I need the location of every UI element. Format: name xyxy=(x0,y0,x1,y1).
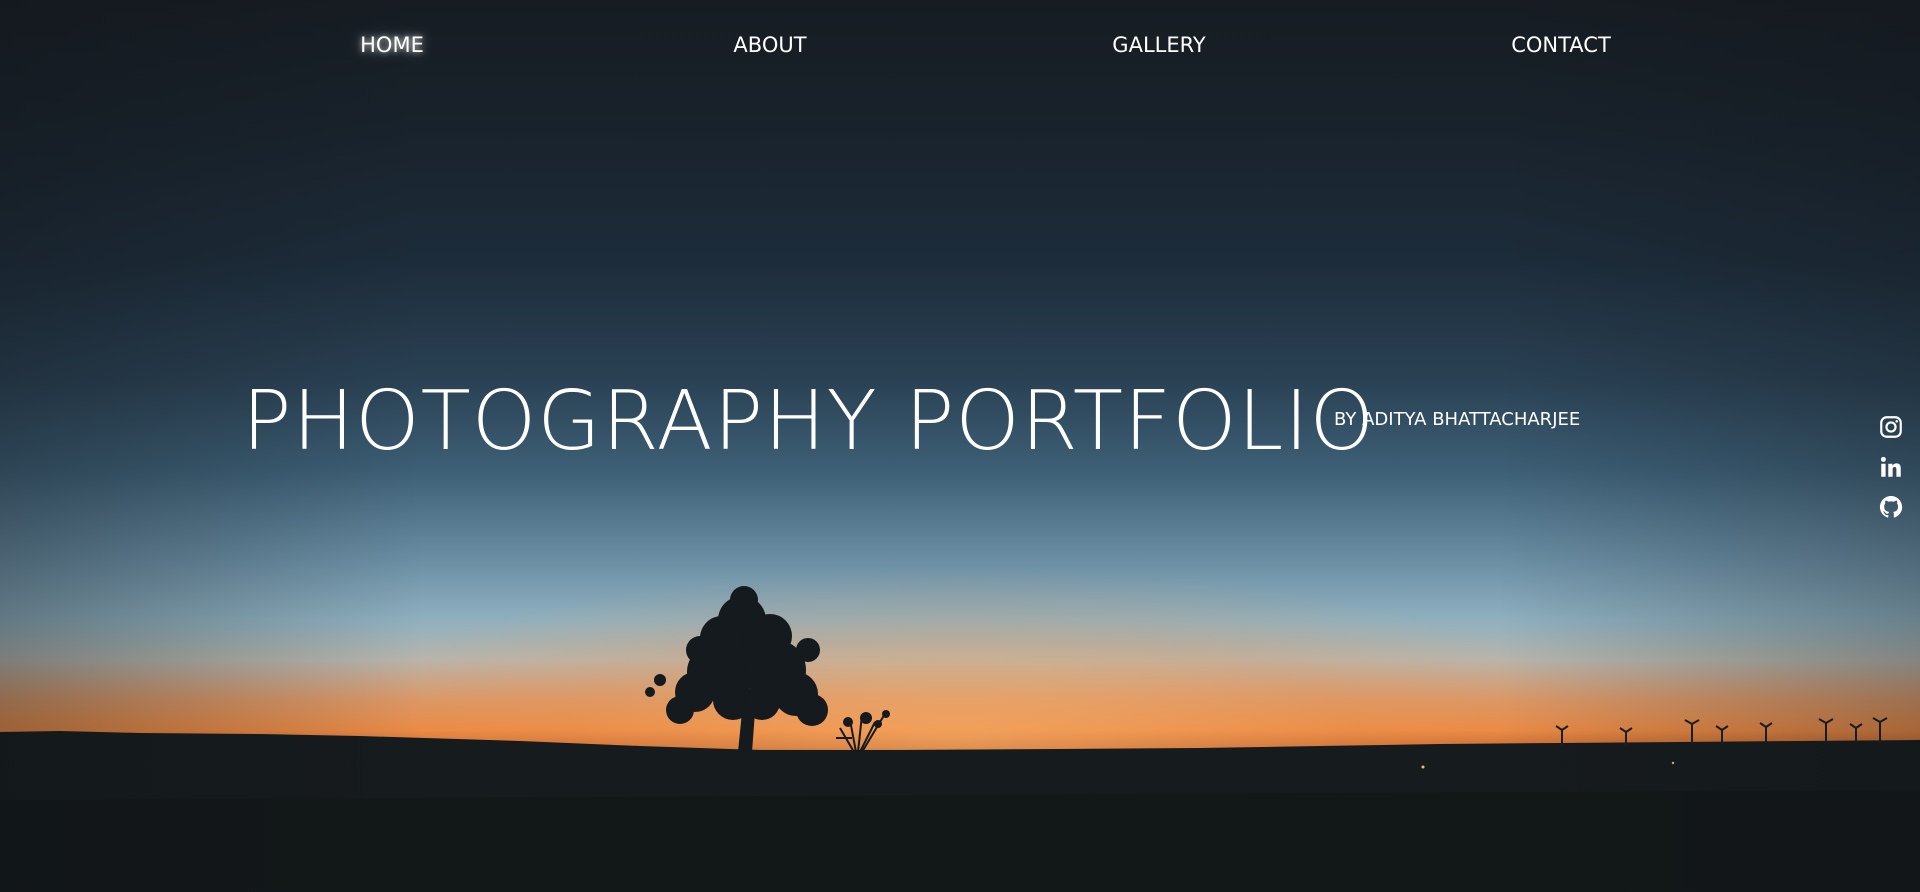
github-link[interactable] xyxy=(1878,494,1904,520)
top-navigation: HOME ABOUT GALLERY CONTACT xyxy=(0,0,1920,100)
nav-link-gallery[interactable]: GALLERY xyxy=(1112,33,1205,57)
linkedin-link[interactable] xyxy=(1878,454,1904,480)
github-icon xyxy=(1879,495,1903,518)
nav-link-contact[interactable]: CONTACT xyxy=(1511,33,1611,57)
social-links xyxy=(1878,414,1904,520)
nav-link-home[interactable]: HOME xyxy=(360,33,424,57)
instagram-icon xyxy=(1880,416,1902,438)
linkedin-icon xyxy=(1880,456,1901,477)
author-byline: BY ADITYA BHATTACHARJEE xyxy=(1334,409,1581,430)
page-title: PHOTOGRAPHY PORTFOLIO xyxy=(242,374,1376,469)
landscape-silhouette xyxy=(0,586,1920,892)
nav-link-about[interactable]: ABOUT xyxy=(733,33,806,57)
hero-section: HOME ABOUT GALLERY CONTACT PHOTOGRAPHY P… xyxy=(0,0,1920,892)
instagram-link[interactable] xyxy=(1878,414,1904,440)
